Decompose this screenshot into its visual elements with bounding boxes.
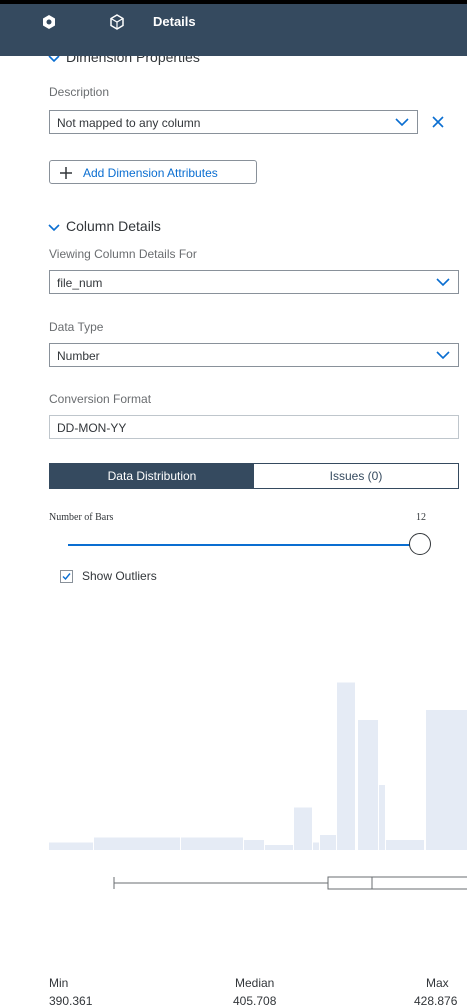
add-dimension-attributes-button[interactable]: Add Dimension Attributes (49, 160, 257, 184)
median-label: Median (235, 976, 275, 990)
cube-icon[interactable] (109, 14, 125, 30)
histogram-bar[interactable] (244, 840, 264, 850)
description-value: Not mapped to any column (57, 116, 201, 130)
number-of-bars-value: 12 (416, 512, 426, 523)
conversion-format-field[interactable]: DD-MON-YY (49, 415, 459, 439)
panel-header: Details (0, 0, 467, 48)
chevron-down-icon (436, 351, 450, 360)
details-panel: Details Dimension Properties Description… (0, 0, 467, 1005)
data-type-value: Number (57, 349, 100, 363)
conversion-format-label: Conversion Format (49, 392, 152, 406)
chevron-down-icon (395, 118, 409, 127)
box-plot-box (327, 876, 467, 890)
chevron-down-icon[interactable] (48, 224, 60, 232)
add-dimension-attributes-label: Add Dimension Attributes (83, 166, 218, 180)
histogram-bar[interactable] (294, 807, 312, 851)
histogram-bar[interactable] (49, 842, 93, 851)
histogram-bar[interactable] (94, 837, 180, 851)
histogram-bar[interactable] (313, 842, 319, 851)
histogram-bar[interactable] (358, 720, 378, 850)
median-value: 405,708 (233, 994, 277, 1005)
show-outliers-checkbox[interactable] (60, 570, 73, 583)
distribution-tabs: Data Distribution Issues (0) (49, 463, 459, 489)
max-value: 428,876 (414, 994, 458, 1005)
histogram-bar[interactable] (337, 682, 355, 851)
histogram-bar[interactable] (181, 837, 243, 851)
description-label: Description (49, 85, 110, 99)
tab-data-distribution[interactable]: Data Distribution (50, 464, 254, 488)
max-label: Max (426, 976, 449, 990)
chevron-down-icon (436, 278, 450, 287)
histogram-bar[interactable] (426, 710, 467, 850)
window-edge (0, 0, 467, 4)
histogram-bar[interactable] (379, 785, 385, 850)
cube-settings-icon[interactable] (41, 14, 57, 30)
histogram-chart (49, 682, 467, 851)
description-select[interactable]: Not mapped to any column (49, 110, 418, 134)
plus-icon (60, 167, 72, 179)
histogram-bar[interactable] (386, 840, 424, 850)
viewing-column-select[interactable]: file_num (49, 270, 459, 294)
histogram-bar[interactable] (265, 845, 293, 850)
tab-details[interactable]: Details (153, 14, 196, 29)
slider-track[interactable] (68, 544, 420, 546)
min-value: 390,361 (49, 994, 93, 1005)
check-icon (62, 573, 71, 581)
conversion-format-value: DD-MON-YY (57, 421, 127, 435)
header-overlap (0, 48, 467, 56)
data-type-label: Data Type (49, 320, 104, 334)
viewing-column-value: file_num (57, 276, 103, 290)
viewing-column-label: Viewing Column Details For (49, 247, 197, 261)
chevron-down-icon[interactable] (48, 55, 60, 63)
slider-handle[interactable] (409, 533, 431, 555)
box-plot (113, 876, 467, 890)
min-label: Min (49, 976, 69, 990)
data-type-select[interactable]: Number (49, 343, 459, 367)
histogram-bar[interactable] (320, 835, 336, 850)
column-details-title[interactable]: Column Details (66, 218, 161, 234)
clear-icon[interactable] (432, 116, 444, 128)
tab-issues[interactable]: Issues (0) (254, 464, 458, 488)
show-outliers-label: Show Outliers (82, 569, 157, 583)
number-of-bars-label: Number of Bars (49, 512, 114, 523)
